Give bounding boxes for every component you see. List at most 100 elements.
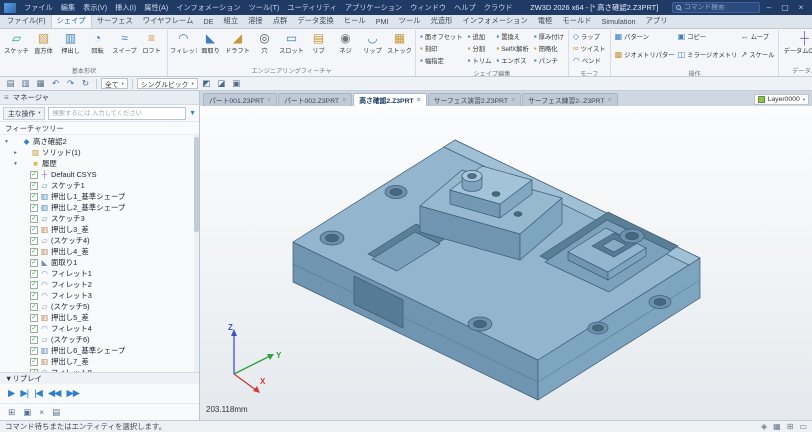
ribbon-button[interactable]: ◣ 面取り <box>197 30 224 56</box>
tree-row[interactable]: ▸ ✓ ▧ ソリッド(1) <box>0 147 199 158</box>
tree-row[interactable]: ✓ ◠ フィレット2 <box>0 279 199 290</box>
ribbon-button[interactable]: ◠ ベンド <box>571 56 608 65</box>
feature-checkbox[interactable]: ✓ <box>30 236 38 245</box>
pick-filter-icon[interactable]: ◪ <box>215 78 228 89</box>
ribbon-button[interactable]: ◉ ネジ <box>332 30 359 56</box>
ribbon-tab[interactable]: 溶接 <box>243 15 268 28</box>
command-search-input[interactable] <box>684 4 756 11</box>
ribbon-button[interactable]: ▪ エンボス <box>494 56 531 65</box>
ribbon-button[interactable]: ▣ コピー <box>676 32 738 41</box>
layer-dropdown[interactable]: Layer0000 ▾ <box>753 94 809 105</box>
ribbon-button[interactable]: ≈ スイープ <box>111 30 138 56</box>
ribbon-tab[interactable]: アプリ <box>641 15 673 28</box>
ribbon-tab[interactable]: シェイプ <box>50 15 92 28</box>
tree-row[interactable]: ✓ ▥ 押出し3_差 <box>0 224 199 235</box>
menu-item[interactable]: インフォメーション <box>172 3 244 13</box>
tree-row[interactable]: ✓ ▥ 押出し2_基準シェープ <box>0 202 199 213</box>
feature-checkbox[interactable]: ✓ <box>30 247 38 256</box>
ribbon-tab[interactable]: サーフェス <box>92 15 138 28</box>
ribbon-tab[interactable]: データ変換 <box>292 15 338 28</box>
quick-icon[interactable]: ▦ <box>34 78 47 89</box>
feature-checkbox[interactable]: ✓ <box>30 192 38 201</box>
menu-item[interactable]: ユーティリティ <box>283 3 340 13</box>
ribbon-button[interactable]: ◔ 回転 <box>84 30 111 56</box>
document-tab[interactable]: パート001.Z3PRT × <box>203 93 278 106</box>
pick-filter-icon[interactable]: ◩ <box>200 78 213 89</box>
tree-row[interactable]: ✓ ◠ フィレット8 <box>0 367 199 372</box>
ribbon-tab[interactable]: PMI <box>371 16 394 28</box>
document-tab[interactable]: サーフェス演習2.Z3PRT × <box>427 93 522 106</box>
feature-checkbox[interactable]: ✓ <box>30 214 38 223</box>
ribbon-button[interactable]: ▱ スケッチ <box>3 30 30 56</box>
feature-checkbox[interactable]: ✓ <box>30 368 38 372</box>
close-tab-icon[interactable]: × <box>342 97 346 104</box>
ribbon-button[interactable]: ▩ ジオメトリパターン <box>613 50 675 59</box>
menu-item[interactable]: 挿入(I) <box>111 3 140 13</box>
scrollbar-thumb[interactable] <box>194 137 199 232</box>
tree-row[interactable]: ✓ ▥ 押出し5_差 <box>0 312 199 323</box>
filter-icon[interactable]: ▼ <box>189 110 196 117</box>
menu-item[interactable]: アプリケーション <box>341 3 406 13</box>
panel-tool-icon[interactable]: ▤ <box>52 407 60 418</box>
feature-checkbox[interactable]: ✓ <box>30 225 38 234</box>
ribbon-tab[interactable]: Simulation <box>597 16 641 28</box>
panel-tool-icon[interactable]: ⊞ <box>8 407 15 418</box>
feature-checkbox[interactable]: ✓ <box>30 324 38 333</box>
feature-checkbox[interactable]: ✓ <box>30 203 38 212</box>
tree-search-box[interactable] <box>48 106 187 120</box>
ribbon-button[interactable]: ↔ ムーブ <box>739 32 777 41</box>
scope-filter-dropdown[interactable]: 全て ▾ <box>101 78 128 89</box>
ribbon-tab[interactable]: ツール <box>394 15 426 28</box>
tree-row[interactable]: ✓ ▱ スケッチ3 <box>0 213 199 224</box>
ribbon-button[interactable]: ▪ 分割 <box>466 44 494 53</box>
part-model[interactable] <box>200 106 812 420</box>
quick-icon[interactable]: ▥ <box>19 78 32 89</box>
tree-row[interactable]: ✓ ▱ (スケッチ6) <box>0 334 199 345</box>
ribbon-button[interactable]: ≡ ロフト <box>138 30 165 56</box>
panel-tool-icon[interactable]: × <box>39 407 44 417</box>
ribbon-tab[interactable]: 光造形 <box>426 15 458 28</box>
ribbon-button[interactable]: ▦ ストック <box>386 30 413 56</box>
viewport-3d[interactable]: Z Y X 203.118mm <box>200 106 812 420</box>
quick-icon[interactable]: ▤ <box>4 78 17 89</box>
ribbon-tab[interactable]: ファイル(F) <box>2 15 51 28</box>
ribbon-button[interactable]: ▪ 厚み付け <box>532 32 566 41</box>
status-icon[interactable]: ▦ <box>773 422 781 431</box>
feature-checkbox[interactable]: ✓ <box>30 181 38 190</box>
ribbon-tab[interactable]: DE <box>198 16 218 28</box>
ribbon-button[interactable]: ▪ 簡略化 <box>532 44 566 53</box>
tree-row[interactable]: ✓ ▥ 押出し6_基準シェープ <box>0 345 199 356</box>
status-icon[interactable]: ▭ <box>799 422 807 431</box>
ribbon-button[interactable]: ▪ トリム <box>466 56 494 65</box>
tree-row[interactable]: ✓ ◣ 面取り1 <box>0 257 199 268</box>
manager-menu-icon[interactable]: ≡ <box>4 93 9 102</box>
tree-row[interactable]: ✓ ◠ フィレット1 <box>0 268 199 279</box>
main-operations-dropdown[interactable]: 主な操作 ▾ <box>3 106 46 120</box>
ribbon-button[interactable]: ▪ 追加 <box>466 32 494 41</box>
menu-item[interactable]: 編集 <box>57 3 79 13</box>
tree-row[interactable]: ✓ ┼ Default CSYS <box>0 169 199 180</box>
replay-button[interactable]: ▶ <box>8 388 15 399</box>
ribbon-tab[interactable]: 組立 <box>219 15 244 28</box>
expander-icon[interactable]: ▸ <box>12 150 19 156</box>
quick-icon[interactable]: ↻ <box>79 78 92 89</box>
ribbon-button[interactable]: ▪ 幅指定 <box>418 56 465 65</box>
replay-button[interactable]: ▶| <box>20 388 29 399</box>
menu-item[interactable]: 表示(V) <box>79 3 111 13</box>
menu-item[interactable]: ツール(T) <box>245 3 284 13</box>
feature-checkbox[interactable]: ✓ <box>30 313 38 322</box>
feature-checkbox[interactable]: ✓ <box>30 170 38 179</box>
tree-row[interactable]: ✓ ▥ 押出し7_差 <box>0 356 199 367</box>
ribbon-button[interactable]: ▭ スロット <box>278 30 305 56</box>
ribbon-button[interactable]: ◫ ミラージオメトリ <box>676 50 738 59</box>
quick-icon[interactable]: ↶ <box>49 78 62 89</box>
ribbon-button[interactable]: ▪ SelfX解析 <box>494 44 531 53</box>
document-tab[interactable]: 高さ確認2.Z3PRT × <box>353 93 427 106</box>
maximize-button[interactable]: ▢ <box>778 2 792 13</box>
ribbon-button[interactable]: ▥ 押出し <box>57 30 84 56</box>
replay-button[interactable]: ◀◀ <box>48 388 62 399</box>
ribbon-button[interactable]: ▤ リブ <box>305 30 332 56</box>
expander-icon[interactable]: ▾ <box>3 139 10 145</box>
orientation-triad[interactable]: Z Y X <box>214 320 288 396</box>
tree-row[interactable]: ✓ ▱ (スケッチ5) <box>0 301 199 312</box>
